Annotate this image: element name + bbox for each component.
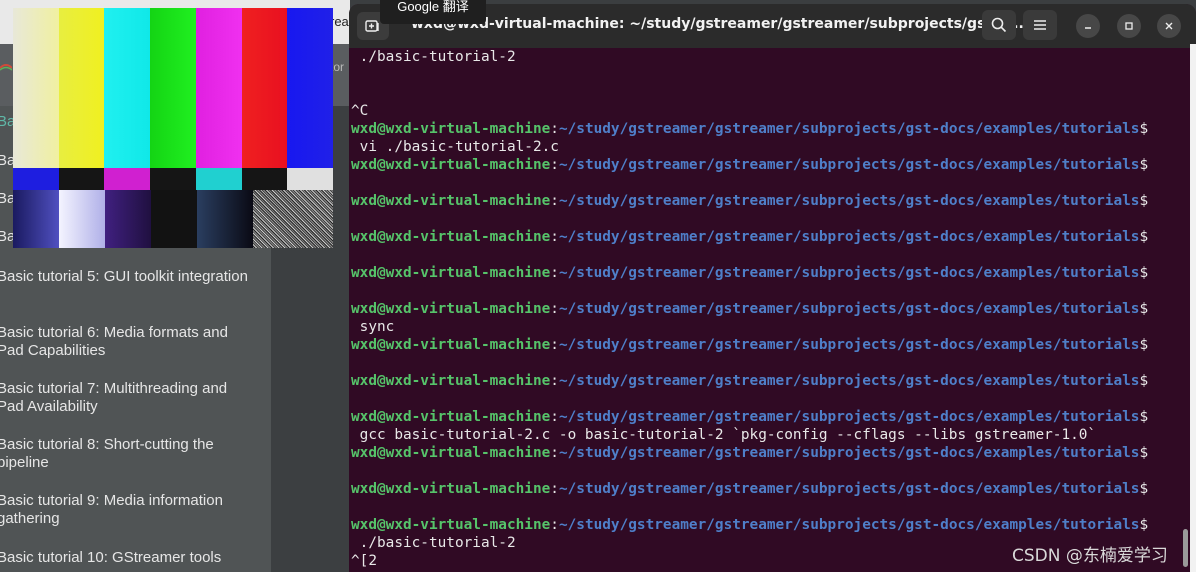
prompt-symbol: $ bbox=[1139, 121, 1149, 137]
prompt-symbol: $ bbox=[1139, 301, 1149, 317]
prompt-line: wxd@wxd-virtual-machine:~/study/gstreame… bbox=[351, 193, 1149, 209]
background-window-edge bbox=[1190, 44, 1196, 572]
prompt-symbol: $ bbox=[1139, 445, 1149, 461]
video-test-pattern bbox=[13, 8, 333, 248]
output-line: sync bbox=[351, 319, 395, 335]
terminal-scrollbar[interactable] bbox=[1183, 529, 1188, 567]
prompt-symbol: $ bbox=[1139, 193, 1149, 209]
prompt-line: wxd@wxd-virtual-machine:~/study/gstreame… bbox=[351, 517, 1149, 533]
prompt-user: wxd@wxd-virtual-machine bbox=[351, 337, 551, 353]
prompt-line: wxd@wxd-virtual-machine:~/study/gstreame… bbox=[351, 409, 1149, 425]
prompt-line: wxd@wxd-virtual-machine:~/study/gstreame… bbox=[351, 229, 1149, 245]
prompt-user: wxd@wxd-virtual-machine bbox=[351, 301, 551, 317]
pluge-bars bbox=[13, 190, 333, 248]
hamburger-menu-icon bbox=[1034, 20, 1046, 30]
sidebar-item-tutorial-5[interactable]: Basic tutorial 5: GUI toolkit integratio… bbox=[0, 268, 257, 286]
prompt-user: wxd@wxd-virtual-machine bbox=[351, 517, 551, 533]
terminal-window: wxd@wxd-virtual-machine: ~/study/gstream… bbox=[349, 4, 1196, 572]
prompt-symbol: $ bbox=[1139, 481, 1149, 497]
output-line: vi ./basic-tutorial-2.c bbox=[351, 139, 559, 155]
maximize-icon bbox=[1125, 22, 1133, 30]
maximize-button[interactable] bbox=[1117, 14, 1141, 38]
prompt-path: ~/study/gstreamer/gstreamer/subprojects/… bbox=[558, 517, 1140, 533]
watermark: CSDN @东楠爱学习 bbox=[1012, 546, 1168, 566]
sidebar-item-tutorial-9[interactable]: Basic tutorial 9: Media information gath… bbox=[0, 492, 257, 528]
color-bars bbox=[13, 8, 333, 168]
tooltip: Google 翻译 bbox=[380, 0, 486, 24]
prompt-path: ~/study/gstreamer/gstreamer/subprojects/… bbox=[558, 121, 1140, 137]
prompt-symbol: $ bbox=[1139, 157, 1149, 173]
docs-logo-icon bbox=[0, 64, 12, 71]
prompt-symbol: $ bbox=[1139, 517, 1149, 533]
color-bars-reverse bbox=[13, 168, 333, 190]
window-title: wxd@wxd-virtual-machine: ~/study/gstream… bbox=[411, 16, 1024, 32]
prompt-line: wxd@wxd-virtual-machine:~/study/gstreame… bbox=[351, 157, 1149, 173]
prompt-line: wxd@wxd-virtual-machine:~/study/gstreame… bbox=[351, 337, 1149, 353]
prompt-user: wxd@wxd-virtual-machine bbox=[351, 229, 551, 245]
new-tab-icon bbox=[365, 20, 379, 32]
sidebar-item-tutorial-8[interactable]: Basic tutorial 8: Short-cutting the pipe… bbox=[0, 436, 257, 472]
sidebar-item-tutorial-6[interactable]: Basic tutorial 6: Media formats and Pad … bbox=[0, 324, 257, 360]
search-button[interactable] bbox=[982, 10, 1016, 40]
prompt-line: wxd@wxd-virtual-machine:~/study/gstreame… bbox=[351, 373, 1149, 389]
prompt-user: wxd@wxd-virtual-machine bbox=[351, 121, 551, 137]
prompt-path: ~/study/gstreamer/gstreamer/subprojects/… bbox=[558, 409, 1140, 425]
prompt-path: ~/study/gstreamer/gstreamer/subprojects/… bbox=[558, 265, 1140, 281]
prompt-user: wxd@wxd-virtual-machine bbox=[351, 157, 551, 173]
minimize-button[interactable] bbox=[1076, 14, 1100, 38]
prompt-path: ~/study/gstreamer/gstreamer/subprojects/… bbox=[558, 301, 1140, 317]
prompt-path: ~/study/gstreamer/gstreamer/subprojects/… bbox=[558, 337, 1140, 353]
prompt-user: wxd@wxd-virtual-machine bbox=[351, 193, 551, 209]
prompt-user: wxd@wxd-virtual-machine bbox=[351, 409, 551, 425]
prompt-path: ~/study/gstreamer/gstreamer/subprojects/… bbox=[558, 229, 1140, 245]
menu-button[interactable] bbox=[1023, 10, 1057, 40]
minimize-icon bbox=[1085, 27, 1091, 29]
output-line: ^C bbox=[351, 103, 369, 119]
prompt-symbol: $ bbox=[1139, 229, 1149, 245]
prompt-symbol: $ bbox=[1139, 409, 1149, 425]
prompt-path: ~/study/gstreamer/gstreamer/subprojects/… bbox=[558, 373, 1140, 389]
output-line: gcc basic-tutorial-2.c -o basic-tutorial… bbox=[351, 427, 1097, 443]
prompt-symbol: $ bbox=[1139, 337, 1149, 353]
prompt-path: ~/study/gstreamer/gstreamer/subprojects/… bbox=[558, 157, 1140, 173]
prompt-path: ~/study/gstreamer/gstreamer/subprojects/… bbox=[558, 481, 1140, 497]
prompt-user: wxd@wxd-virtual-machine bbox=[351, 373, 551, 389]
sidebar-item-tutorial-10[interactable]: Basic tutorial 10: GStreamer tools bbox=[0, 549, 257, 567]
close-icon bbox=[1165, 22, 1173, 30]
prompt-line: wxd@wxd-virtual-machine:~/study/gstreame… bbox=[351, 265, 1149, 281]
prompt-line: wxd@wxd-virtual-machine:~/study/gstreame… bbox=[351, 301, 1149, 317]
prompt-user: wxd@wxd-virtual-machine bbox=[351, 265, 551, 281]
sidebar-item-tutorial-7[interactable]: Basic tutorial 7: Multithreading and Pad… bbox=[0, 380, 257, 416]
prompt-path: ~/study/gstreamer/gstreamer/subprojects/… bbox=[558, 445, 1140, 461]
prompt-symbol: $ bbox=[1139, 373, 1149, 389]
prompt-line: wxd@wxd-virtual-machine:~/study/gstreame… bbox=[351, 445, 1149, 461]
terminal-output[interactable]: ./basic-tutorial-2 ^C wxd@wxd-virtual-mach… bbox=[349, 48, 1191, 572]
prompt-line: wxd@wxd-virtual-machine:~/study/gstreame… bbox=[351, 481, 1149, 497]
prompt-user: wxd@wxd-virtual-machine bbox=[351, 481, 551, 497]
search-icon bbox=[991, 17, 1007, 33]
prompt-path: ~/study/gstreamer/gstreamer/subprojects/… bbox=[558, 193, 1140, 209]
close-button[interactable] bbox=[1157, 14, 1181, 38]
prompt-line: wxd@wxd-virtual-machine:~/study/gstreame… bbox=[351, 121, 1149, 137]
output-line: ./basic-tutorial-2 bbox=[351, 49, 516, 65]
prompt-user: wxd@wxd-virtual-machine bbox=[351, 445, 551, 461]
prompt-symbol: $ bbox=[1139, 265, 1149, 281]
